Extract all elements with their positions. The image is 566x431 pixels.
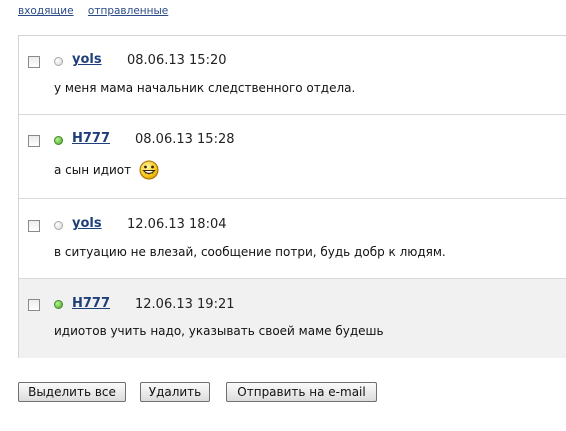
message-item: yols 08.06.13 15:20 у меня мама начальни… xyxy=(19,36,566,115)
message-text: в ситуацию не влезай, сообщение потри, б… xyxy=(54,245,446,259)
tab-sent[interactable]: отправленные xyxy=(88,5,168,17)
select-all-button[interactable]: Выделить все xyxy=(18,382,126,402)
message-checkbox[interactable] xyxy=(28,299,40,311)
message-author[interactable]: yols xyxy=(72,52,102,67)
message-text: а сын идиот xyxy=(54,163,132,177)
message-text: идиотов учить надо, указывать своей маме… xyxy=(54,324,384,338)
online-status-icon xyxy=(54,300,63,309)
message-date: 12.06.13 19:21 xyxy=(135,297,235,312)
message-checkbox[interactable] xyxy=(28,56,40,68)
message-author[interactable]: H777 xyxy=(72,296,110,311)
message-text: у меня мама начальник следственного отде… xyxy=(54,81,356,95)
send-email-button[interactable]: Отправить на e-mail xyxy=(226,382,377,402)
message-date: 08.06.13 15:28 xyxy=(135,132,235,147)
message-author[interactable]: yols xyxy=(72,216,102,231)
message-checkbox[interactable] xyxy=(28,220,40,232)
online-status-icon xyxy=(54,136,63,145)
message-item: yols 12.06.13 18:04 в ситуацию не влезай… xyxy=(19,199,566,279)
message-date: 12.06.13 18:04 xyxy=(127,217,227,232)
message-list: yols 08.06.13 15:20 у меня мама начальни… xyxy=(18,35,566,358)
offline-status-icon xyxy=(54,221,63,230)
message-item: H777 08.06.13 15:28 а сын идиот xyxy=(19,115,566,199)
message-text-row: а сын идиот xyxy=(54,160,159,180)
message-checkbox[interactable] xyxy=(28,135,40,147)
grin-smiley-icon xyxy=(139,160,159,180)
message-item: H777 12.06.13 19:21 идиотов учить надо, … xyxy=(19,279,566,358)
tab-inbox[interactable]: входящие xyxy=(18,5,74,17)
message-date: 08.06.13 15:20 xyxy=(127,53,227,68)
message-author[interactable]: H777 xyxy=(72,131,110,146)
delete-button[interactable]: Удалить xyxy=(140,382,210,402)
mail-tabs: входящие отправленные xyxy=(18,5,179,17)
offline-status-icon xyxy=(54,57,63,66)
